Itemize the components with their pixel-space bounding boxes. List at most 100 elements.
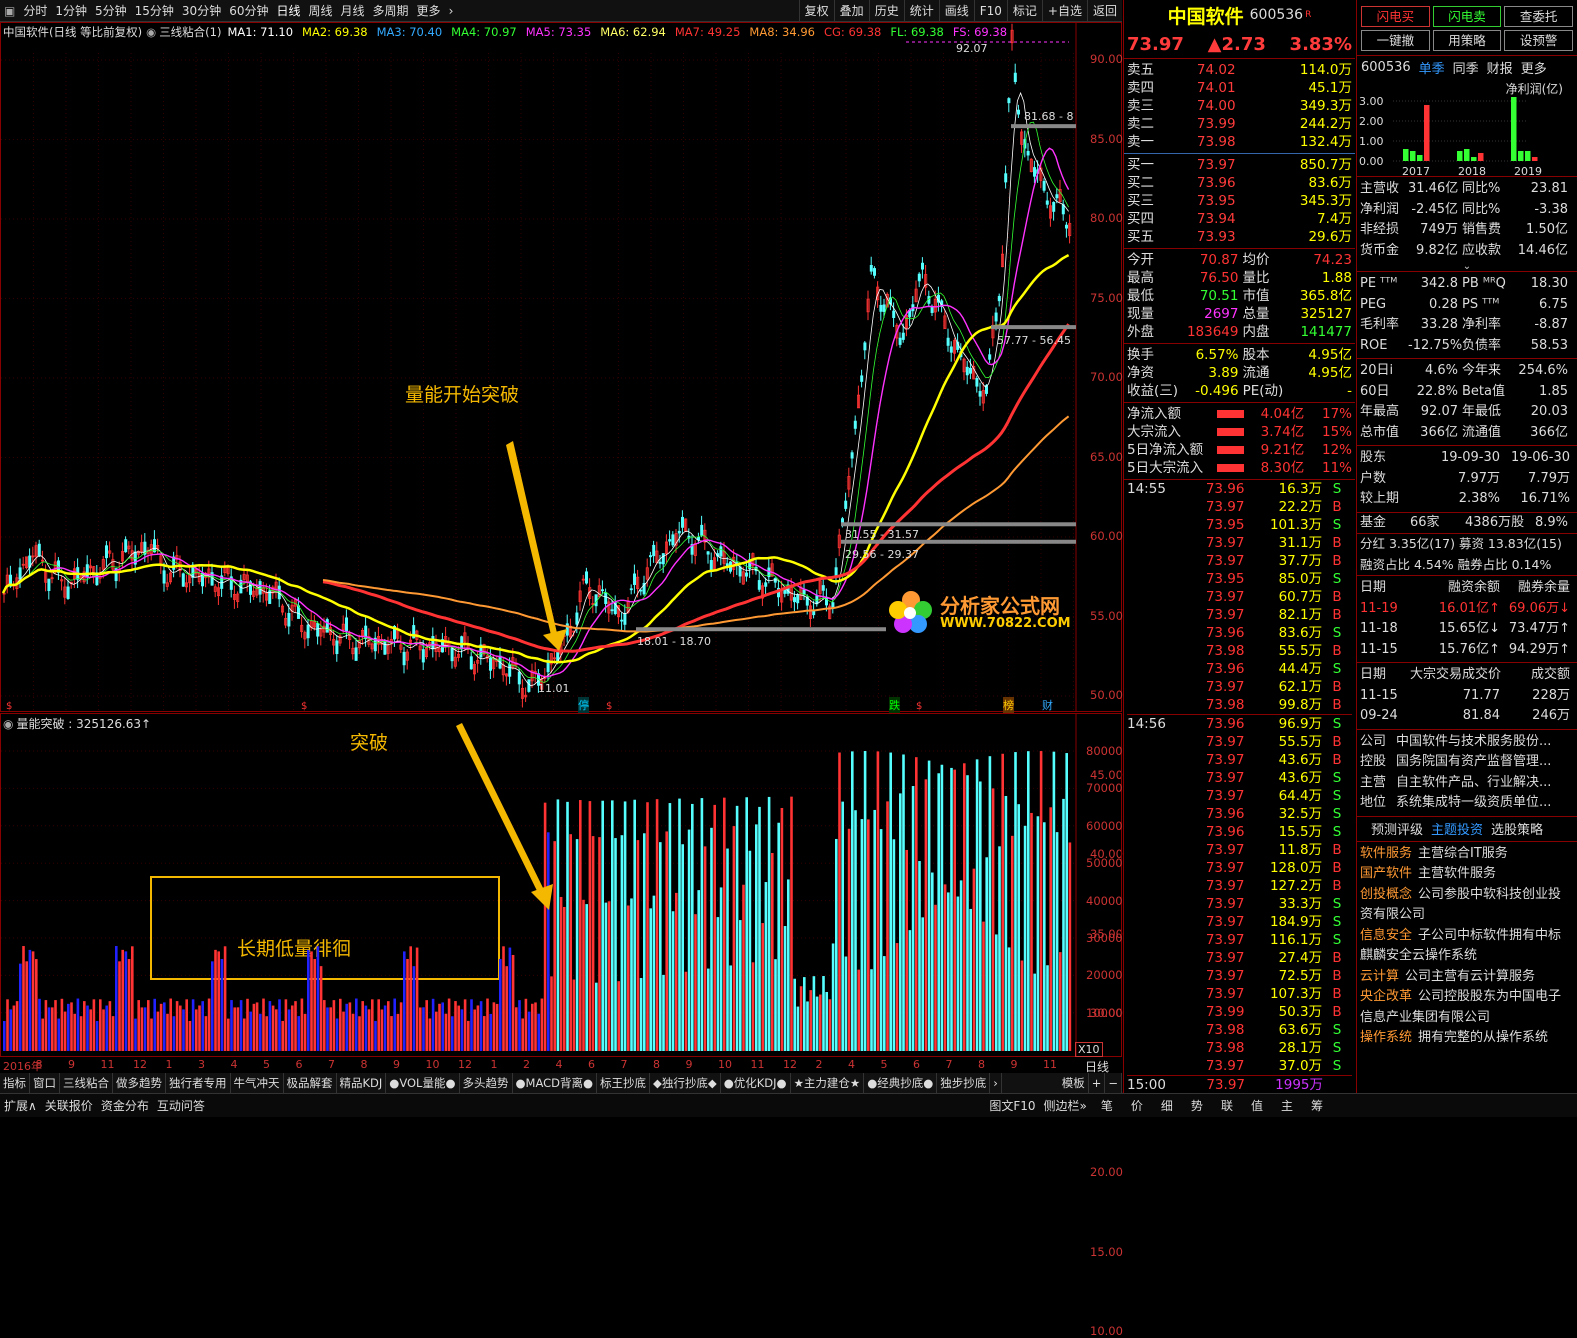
- flash-sell-button[interactable]: 闪电卖: [1432, 6, 1502, 27]
- fund-distribution-link[interactable]: 资金分布: [97, 1094, 153, 1118]
- chevron-right-icon[interactable]: ›: [990, 1073, 1002, 1093]
- f10-link[interactable]: 图文F10: [985, 1094, 1039, 1118]
- back-button[interactable]: 返回: [1086, 0, 1122, 22]
- tab-detail[interactable]: 细: [1157, 1094, 1177, 1118]
- tab-monthly[interactable]: 月线: [337, 0, 369, 22]
- tick-trades[interactable]: 14:55 73.96 16.3万 S 73.97 22.2万 B 73.95 101.3万 S 7…: [1124, 480, 1355, 1094]
- tab-long-trend[interactable]: 做多趋势: [113, 1073, 166, 1093]
- company-row[interactable]: 地位 系统集成特一级资质单位...: [1360, 793, 1574, 814]
- draw-button[interactable]: 画线: [938, 0, 974, 22]
- theme-item[interactable]: 软件服务 主营综合IT服务: [1360, 844, 1574, 865]
- tab-strategy[interactable]: 选股策略: [1491, 819, 1543, 838]
- indicator-dropdown-icon[interactable]: ◉: [3, 717, 13, 731]
- sidebar-toggle[interactable]: 侧边栏»: [1040, 1094, 1091, 1118]
- panel-toggle-icon[interactable]: ▣: [0, 0, 19, 22]
- theme-item[interactable]: 云计算 公司主营有云计算服务: [1360, 967, 1574, 988]
- tab-bull-trend[interactable]: 多头趋势: [460, 1073, 513, 1093]
- drop-marker[interactable]: 跌: [889, 697, 900, 713]
- volume-chart[interactable]: [0, 713, 1122, 1057]
- f10-button[interactable]: F10: [973, 0, 1007, 22]
- tab-same-quarter[interactable]: 同季: [1453, 58, 1479, 77]
- tab-loner[interactable]: 独行者专用: [166, 1073, 231, 1093]
- theme-item[interactable]: 信息安全 子公司中标软件拥有中标麒麟安全云操作系统: [1360, 926, 1574, 967]
- finance-marker[interactable]: 财: [1042, 697, 1053, 713]
- tab-report[interactable]: 财报: [1487, 58, 1513, 77]
- tab-template[interactable]: 模板: [1059, 1073, 1089, 1093]
- order-book-row[interactable]: 卖一 73.98 132.4万: [1127, 133, 1352, 151]
- tab-macd[interactable]: ●MACD背离●: [513, 1073, 598, 1093]
- tab-main-build[interactable]: ★主力建仓★: [791, 1073, 865, 1093]
- mark-button[interactable]: 标记: [1006, 0, 1042, 22]
- tab-bottom-fish[interactable]: 标王抄底: [597, 1073, 651, 1093]
- tab-15min[interactable]: 15分钟: [131, 0, 178, 22]
- order-book-row[interactable]: 卖二 73.99 244.2万: [1127, 115, 1352, 133]
- related-quote-link[interactable]: 关联报价: [41, 1094, 97, 1118]
- order-book-row[interactable]: 买五 73.93 29.6万: [1127, 228, 1352, 246]
- strategy-button[interactable]: 用策略: [1432, 30, 1502, 51]
- tab-5min[interactable]: 5分钟: [91, 0, 131, 22]
- tab-classic-bottom[interactable]: ●经典抄底●: [864, 1073, 938, 1093]
- chevron-down-icon[interactable]: ⌄: [1357, 262, 1577, 272]
- suspend-marker[interactable]: 停: [578, 697, 589, 713]
- fin-code[interactable]: 600536: [1361, 60, 1411, 75]
- order-book-row[interactable]: 卖三 74.00 349.3万: [1127, 97, 1352, 115]
- order-book-row[interactable]: 买一 73.97 850.7万: [1127, 156, 1352, 174]
- tab-multi-period[interactable]: 多周期: [369, 0, 413, 22]
- indicator-name[interactable]: 三线粘合(1): [159, 24, 221, 40]
- tab-weekly[interactable]: 周线: [305, 0, 337, 22]
- tab-1min[interactable]: 1分钟: [51, 0, 91, 22]
- expand-button[interactable]: 扩展∧: [0, 1094, 41, 1118]
- history-button[interactable]: 历史: [868, 0, 904, 22]
- company-row[interactable]: 公司 中国软件与技术服务股份...: [1360, 732, 1574, 753]
- tab-vol[interactable]: ●VOL量能●: [386, 1073, 460, 1093]
- order-book-row[interactable]: 卖五 74.02 114.0万: [1127, 61, 1352, 79]
- tab-trend[interactable]: 势: [1187, 1094, 1207, 1118]
- cancel-all-button[interactable]: 一键撤: [1361, 30, 1430, 51]
- tab-bull[interactable]: 牛气冲天: [231, 1073, 284, 1093]
- tab-window[interactable]: 窗口: [30, 1073, 60, 1093]
- overlay-button[interactable]: 叠加: [833, 0, 869, 22]
- order-book-row[interactable]: 买三 73.95 345.3万: [1127, 192, 1352, 210]
- order-book-row[interactable]: 买二 73.96 83.6万: [1127, 174, 1352, 192]
- theme-item[interactable]: 创投概念 公司参股中软科技创业投资有限公司: [1360, 885, 1574, 926]
- add-icon[interactable]: +: [1089, 1073, 1106, 1093]
- tab-theme[interactable]: 主题投资: [1431, 819, 1483, 838]
- tab-loner-bottom[interactable]: ◆独行抄底◆: [650, 1073, 721, 1093]
- tab-kdj[interactable]: 精品KDJ: [337, 1073, 387, 1093]
- tab-30min[interactable]: 30分钟: [178, 0, 225, 22]
- tab-unlock[interactable]: 极品解套: [284, 1073, 337, 1093]
- tab-daily[interactable]: 日线: [272, 0, 304, 22]
- company-row[interactable]: 控股 国务院国有资产监督管理...: [1360, 752, 1574, 773]
- rank-marker[interactable]: 榜: [1003, 697, 1014, 713]
- add-watchlist-button[interactable]: +自选: [1041, 0, 1087, 22]
- company-row[interactable]: 主营 自主软件产品、行业解决...: [1360, 773, 1574, 794]
- tab-rating[interactable]: 预测评级: [1371, 819, 1423, 838]
- qa-link[interactable]: 互动问答: [153, 1094, 209, 1118]
- flash-buy-button[interactable]: 闪电买: [1361, 6, 1430, 27]
- tab-three-line[interactable]: 三线粘合: [60, 1073, 113, 1093]
- order-book-row[interactable]: 卖四 74.01 45.1万: [1127, 79, 1352, 97]
- tab-60min[interactable]: 60分钟: [225, 0, 272, 22]
- tab-solo-bottom[interactable]: 独步抄底: [937, 1073, 991, 1093]
- order-book-row[interactable]: 买四 73.94 7.4万: [1127, 210, 1352, 228]
- query-orders-button[interactable]: 查委托: [1504, 6, 1573, 27]
- tab-price[interactable]: 价: [1127, 1094, 1147, 1118]
- remove-icon[interactable]: −: [1105, 1073, 1122, 1093]
- tab-main[interactable]: 主: [1277, 1094, 1297, 1118]
- tab-quarter[interactable]: 单季: [1419, 58, 1445, 77]
- chevron-right-icon[interactable]: ›: [445, 0, 458, 22]
- tab-linked[interactable]: 联: [1217, 1094, 1237, 1118]
- stats-button[interactable]: 统计: [903, 0, 939, 22]
- alert-button[interactable]: 设预警: [1504, 30, 1573, 51]
- tab-indicators[interactable]: 指标: [0, 1073, 30, 1093]
- tab-trades[interactable]: 笔: [1097, 1094, 1117, 1118]
- theme-item[interactable]: 国产软件 主营软件服务: [1360, 864, 1574, 885]
- tab-more[interactable]: 更多: [413, 0, 445, 22]
- adjust-button[interactable]: 复权: [798, 0, 834, 22]
- tab-value[interactable]: 值: [1247, 1094, 1267, 1118]
- tab-chips[interactable]: 筹: [1307, 1094, 1327, 1118]
- theme-item[interactable]: 央企改革 公司控股股东为中国电子信息产业集团有限公司: [1360, 987, 1574, 1028]
- theme-item[interactable]: 操作系统 拥有完整的从操作系统: [1360, 1028, 1574, 1049]
- indicator-dropdown-icon[interactable]: ◉: [146, 25, 156, 39]
- tab-more[interactable]: 更多: [1521, 58, 1547, 77]
